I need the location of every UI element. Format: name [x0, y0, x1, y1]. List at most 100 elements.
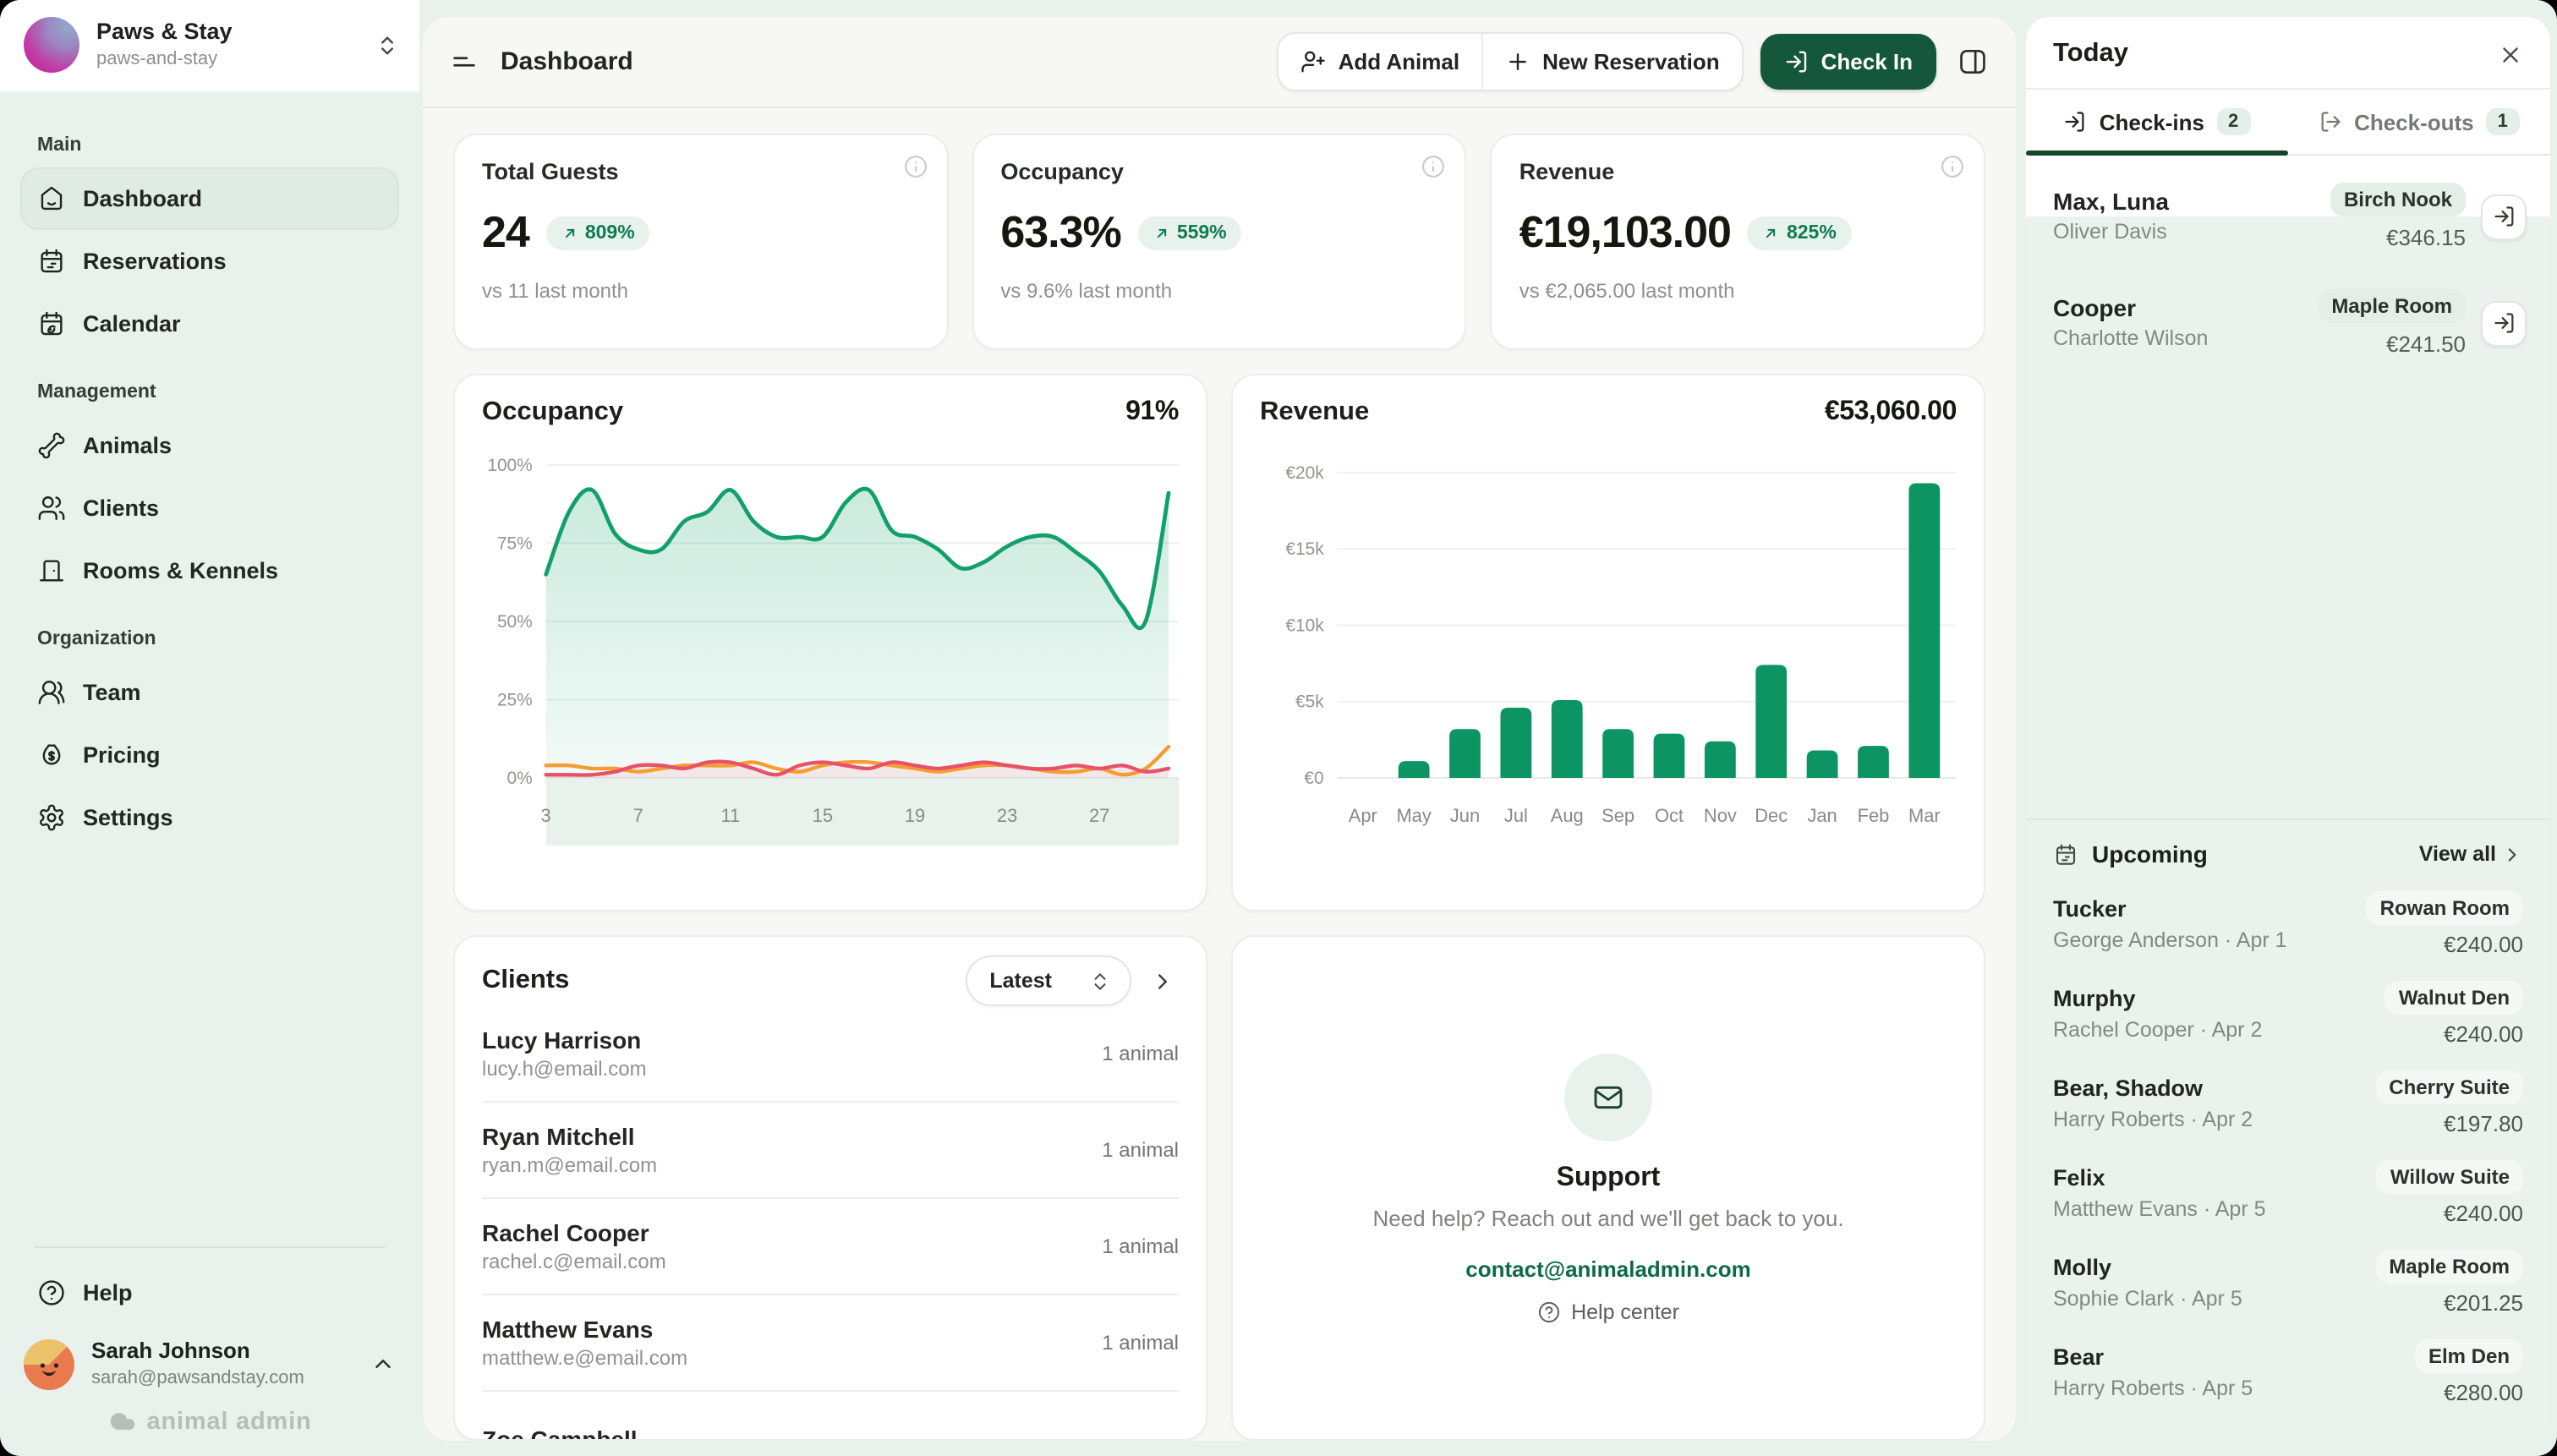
sidebar-item-icon	[37, 741, 66, 769]
stat-title: Revenue	[1519, 159, 1957, 184]
client-row[interactable]: Rachel Cooper rachel.c@email.com 1 anima…	[482, 1199, 1179, 1295]
clients-list: Lucy Harrison lucy.h@email.com 1 animal …	[482, 1006, 1179, 1439]
client-row[interactable]: Ryan Mitchell ryan.m@email.com 1 animal	[482, 1103, 1179, 1199]
sidebar-item[interactable]: Dashboard	[20, 167, 399, 230]
client-name: Rachel Cooper	[482, 1217, 1102, 1247]
today-panel: Today Check-ins 2 Check-outs 1 Max	[2026, 17, 2550, 1441]
sidebar-item-label: Help	[83, 1281, 133, 1306]
client-name: Matthew Evans	[482, 1313, 1102, 1344]
clients-sort-select[interactable]: Latest	[966, 955, 1131, 1006]
clients-title: Clients	[482, 966, 950, 996]
owner-name: Charlotte Wilson	[2053, 323, 2302, 353]
tab-check-outs[interactable]: Check-outs 1	[2288, 90, 2550, 154]
client-name: Lucy Harrison	[482, 1024, 1102, 1054]
svg-text:Jun: Jun	[1450, 805, 1480, 826]
add-animal-button[interactable]: Add Animal	[1279, 34, 1482, 90]
stat-value: €19,103.00	[1519, 206, 1731, 259]
pet-names: Molly	[2053, 1253, 2362, 1283]
support-card: Support Need help? Reach out and we'll g…	[1231, 935, 1985, 1441]
cloud-logo-icon	[108, 1407, 137, 1436]
support-title: Support	[1557, 1163, 1661, 1193]
client-email: rachel.c@email.com	[482, 1247, 1102, 1276]
new-reservation-button[interactable]: New Reservation	[1481, 34, 1742, 90]
price: €240.00	[2444, 1021, 2523, 1047]
mail-icon-circle	[1564, 1053, 1652, 1141]
stat-note: vs €2,065.00 last month	[1519, 279, 1957, 303]
support-email-link[interactable]: contact@animaladmin.com	[1465, 1256, 1750, 1281]
stat-note: vs 11 last month	[482, 279, 919, 303]
owner-and-date: Sophie Clark · Apr 5	[2053, 1283, 2362, 1315]
calendar-icon	[2053, 841, 2078, 867]
upcoming-row[interactable]: Tucker George Anderson · Apr 1 Rowan Roo…	[2026, 879, 2550, 969]
chevrons-up-down-icon[interactable]	[375, 33, 399, 57]
owner-and-date: Matthew Evans · Apr 5	[2053, 1193, 2363, 1225]
sidebar-item[interactable]: Pricing	[20, 724, 399, 786]
view-all-link[interactable]: View all	[2419, 842, 2523, 866]
nav-section-label: Management	[37, 382, 382, 402]
sidebar-item[interactable]: Clients	[20, 477, 399, 539]
org-name: Paws & Stay	[96, 19, 359, 47]
mail-icon	[1591, 1080, 1625, 1114]
check-in-button[interactable]: Check In	[1760, 34, 1936, 90]
sidebar-item[interactable]: Reservations	[20, 230, 399, 293]
info-icon[interactable]	[1421, 154, 1447, 179]
svg-text:Mar: Mar	[1908, 805, 1941, 826]
info-icon[interactable]	[902, 154, 928, 179]
sidebar-item[interactable]: Animals	[20, 414, 399, 477]
upcoming-row[interactable]: Bear Harry Roberts · Apr 5 Elm Den €280.…	[2026, 1327, 2550, 1417]
check-in-action-button[interactable]	[2481, 300, 2527, 346]
client-row[interactable]: Matthew Evans matthew.e@email.com 1 anim…	[482, 1295, 1179, 1392]
sidebar-toggle-icon[interactable]	[450, 47, 479, 76]
stats-row: Total Guests 24 809% vs 11 last month	[453, 134, 1985, 350]
support-text: Need help? Reach out and we'll get back …	[1372, 1205, 1843, 1230]
sidebar-item-help[interactable]: Help	[20, 1262, 399, 1325]
client-row[interactable]: Lucy Harrison lucy.h@email.com 1 animal	[482, 1006, 1179, 1103]
brand-footer: animal admin	[0, 1400, 419, 1456]
upcoming-row[interactable]: Molly Sophie Clark · Apr 5 Maple Room €2…	[2026, 1238, 2550, 1327]
tab-count-badge: 1	[2486, 108, 2520, 135]
sidebar-item[interactable]: Team	[20, 661, 399, 724]
price: €240.00	[2444, 932, 2523, 957]
sidebar-item[interactable]: Settings	[20, 786, 399, 849]
org-switcher[interactable]: Paws & Stay paws-and-stay	[0, 0, 419, 91]
client-animal-count: 1 animal	[1102, 1042, 1179, 1065]
user-email: sarah@pawsandstay.com	[91, 1366, 353, 1390]
upcoming-row[interactable]: Murphy Rachel Cooper · Apr 2 Walnut Den …	[2026, 969, 2550, 1059]
stat-note: vs 9.6% last month	[1000, 279, 1437, 303]
sidebar-item-label: Clients	[83, 495, 159, 521]
action-group: Add Animal New Reservation	[1278, 32, 1744, 91]
upcoming-row[interactable]: Felix Matthew Evans · Apr 5 Willow Suite…	[2026, 1148, 2550, 1238]
svg-text:Oct: Oct	[1655, 805, 1684, 826]
check-in-icon	[2492, 311, 2516, 335]
upcoming-row[interactable]: Bear, Shadow Harry Roberts · Apr 2 Cherr…	[2026, 1059, 2550, 1148]
client-name: Ryan Mitchell	[482, 1120, 1102, 1151]
sidebar-item-icon	[37, 556, 66, 585]
check-in-action-button[interactable]	[2481, 194, 2527, 239]
sidebar-item-icon	[37, 431, 66, 460]
occupancy-line-chart: 100%75%50%25%0%371115192327	[482, 441, 1179, 846]
help-center-link[interactable]: Help center	[1537, 1300, 1679, 1323]
check-in-icon	[1784, 49, 1810, 74]
svg-text:€5k: €5k	[1295, 692, 1324, 712]
close-icon[interactable]	[2498, 41, 2523, 67]
client-row[interactable]: Zoe Campbell	[482, 1392, 1179, 1439]
client-email: ryan.m@email.com	[482, 1151, 1102, 1180]
user-menu[interactable]: Sarah Johnson sarah@pawsandstay.com	[0, 1325, 419, 1400]
room-badge: Maple Room	[2375, 1250, 2523, 1284]
sidebar-item[interactable]: Rooms & Kennels	[20, 539, 399, 602]
topbar: Dashboard Add Animal New Reservation Che…	[423, 17, 2016, 108]
clients-more-button[interactable]	[1147, 965, 1179, 997]
stat-title: Total Guests	[482, 159, 919, 184]
clients-card: Clients Latest	[453, 935, 1207, 1441]
tab-check-ins[interactable]: Check-ins 2	[2026, 90, 2288, 154]
svg-text:0%: 0%	[507, 769, 533, 788]
trend-up-icon	[561, 224, 578, 241]
pet-names: Cooper	[2053, 293, 2302, 323]
sidebar-item[interactable]: Calendar	[20, 293, 399, 355]
svg-text:€10k: €10k	[1285, 616, 1324, 635]
info-icon[interactable]	[1940, 154, 1965, 179]
owner-name: Oliver Davis	[2053, 216, 2315, 247]
page-title: Dashboard	[501, 47, 633, 76]
panel-toggle-icon[interactable]	[1957, 46, 1989, 78]
stat-value: 24	[482, 206, 529, 259]
